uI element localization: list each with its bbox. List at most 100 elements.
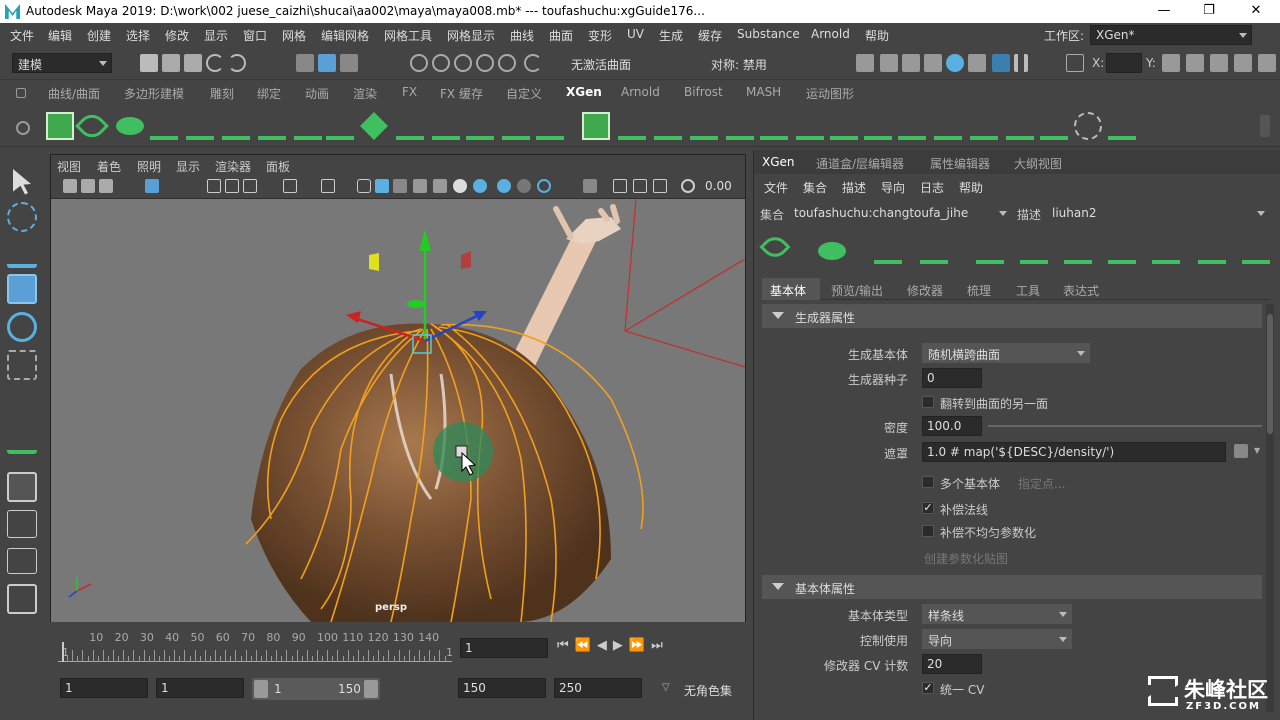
redo-icon[interactable] (228, 54, 246, 72)
vp-menu-panels[interactable]: 面板 (266, 158, 290, 175)
xgen-tool-icon[interactable] (7, 424, 37, 454)
tab-rigging[interactable]: 绑定 (257, 85, 281, 102)
new-scene-icon[interactable] (140, 54, 158, 72)
image-plane-icon[interactable] (99, 179, 113, 193)
xgen-move-guide-icon[interactable] (186, 112, 214, 140)
menu-substance[interactable]: Substance (737, 27, 800, 41)
mask-map-icon[interactable] (1234, 444, 1248, 458)
xgen-lock-guide-icon[interactable] (294, 112, 322, 140)
menu-mesh-display[interactable]: 网格显示 (447, 27, 495, 44)
shelf-scroll-icon[interactable] (1260, 115, 1270, 137)
xgen-explode-icon[interactable] (1074, 112, 1102, 140)
multi-primitive-checkbox[interactable] (922, 476, 934, 488)
sub-tab-primitives[interactable]: 基本体 (770, 282, 806, 299)
menu-set-dropdown[interactable]: 建模 (12, 53, 112, 73)
range-slider-left-handle[interactable] (254, 680, 268, 698)
xgen-menu-collection[interactable]: 集合 (803, 179, 827, 196)
xgen-guide-length-icon[interactable] (396, 112, 424, 140)
live-surface-field[interactable]: 无激活曲面 (566, 53, 662, 73)
xray-icon[interactable] (497, 179, 511, 193)
range-slider-right-handle[interactable] (364, 680, 378, 698)
four-view-icon[interactable] (7, 510, 37, 538)
xgen-paint-mask-icon[interactable] (360, 112, 388, 140)
safe-title-icon[interactable] (321, 179, 335, 193)
x-field[interactable] (1106, 53, 1142, 73)
open-scene-icon[interactable] (162, 54, 180, 72)
unify-cv-checkbox[interactable]: ✓ (922, 682, 934, 694)
menu-file[interactable]: 文件 (10, 27, 34, 44)
two-view-icon[interactable] (7, 548, 37, 574)
cv-count-field[interactable]: 20 (922, 654, 982, 674)
menu-curves[interactable]: 曲线 (510, 27, 534, 44)
flip-checkbox[interactable] (922, 396, 934, 408)
tab-fx-cache[interactable]: FX 缓存 (440, 85, 483, 102)
menu-create[interactable]: 创建 (87, 27, 111, 44)
menu-modify[interactable]: 修改 (165, 27, 189, 44)
compensate-normals-checkbox[interactable]: ✓ (922, 502, 934, 514)
density-field[interactable]: 100.0 (922, 416, 982, 436)
tab-attribute-editor[interactable]: 属性编辑器 (930, 155, 990, 172)
default-material-icon[interactable] (393, 179, 407, 193)
panel-scrollbar-thumb[interactable] (1267, 314, 1273, 434)
menu-mesh-tools[interactable]: 网格工具 (384, 27, 432, 44)
menu-deform[interactable]: 变形 (588, 27, 612, 44)
xgen-smooth-icon[interactable] (864, 112, 892, 140)
panel-comb-icon[interactable] (1198, 236, 1226, 264)
menu-generate[interactable]: 生成 (659, 27, 683, 44)
vp-menu-view[interactable]: 视图 (57, 158, 81, 175)
shelf-menu-icon[interactable] (16, 88, 26, 98)
select-tool-icon[interactable] (13, 169, 31, 195)
seed-field[interactable]: 0 (922, 368, 982, 388)
attribute-editor-icon[interactable] (1210, 54, 1228, 72)
ui-elements-icon[interactable] (653, 179, 667, 193)
tab-mash[interactable]: MASH (746, 85, 781, 99)
generator-attributes-header[interactable]: 生成器属性 (762, 304, 1262, 328)
isolate-select-icon[interactable] (583, 179, 597, 193)
3d-scene[interactable]: persp (51, 199, 745, 622)
camera-attr-icon[interactable] (63, 179, 77, 193)
pause-render-icon[interactable] (1014, 54, 1028, 72)
panel-scrollbar[interactable] (1266, 304, 1274, 712)
tab-motion-graphics[interactable]: 运动图形 (806, 85, 854, 102)
compensate-param-checkbox[interactable] (922, 525, 934, 537)
hypershade-icon[interactable] (924, 54, 942, 72)
collection-dropdown[interactable]: toufashuchu:changtoufa_jihe (788, 203, 1012, 223)
symmetry-field[interactable]: 对称: 禁用 (706, 53, 802, 73)
panel-guide-tool-icon[interactable] (976, 236, 1004, 264)
sub-tab-modifiers[interactable]: 修改器 (907, 282, 943, 299)
menu-help[interactable]: 帮助 (865, 27, 889, 44)
wireframe-on-shaded-icon[interactable] (413, 179, 427, 193)
tab-rendering[interactable]: 渲染 (353, 85, 377, 102)
xgen-part-icon[interactable] (970, 112, 998, 140)
grid-icon[interactable] (145, 179, 159, 193)
outliner-layout-icon[interactable] (7, 584, 37, 614)
go-to-start-icon[interactable]: ⏮ (557, 638, 575, 653)
xgen-sculpt-guide-icon[interactable] (258, 112, 286, 140)
gate-mask-icon[interactable] (243, 179, 257, 193)
xgen-menu-help[interactable]: 帮助 (959, 179, 983, 196)
xgen-menu-guides[interactable]: 导向 (881, 179, 905, 196)
menu-uv[interactable]: UV (627, 27, 644, 41)
workspace-dropdown[interactable]: XGen* (1090, 25, 1252, 45)
range-slider-track[interactable]: 1 150 (252, 678, 380, 700)
xray-active-icon[interactable] (633, 179, 647, 193)
panel-guide-cv-icon[interactable] (1242, 236, 1270, 264)
menu-cache[interactable]: 缓存 (698, 27, 722, 44)
step-back-key-icon[interactable]: ⏪ (575, 638, 597, 653)
primitive-type-dropdown[interactable]: 样条线 (922, 604, 1072, 624)
film-gate-icon[interactable] (207, 179, 221, 193)
xgen-grow-icon[interactable] (654, 112, 682, 140)
xgen-add-guide-icon[interactable] (150, 112, 178, 140)
xgen-place-icon[interactable] (618, 112, 646, 140)
xgen-grab-icon[interactable] (830, 112, 858, 140)
panel-guide-length-icon[interactable] (1152, 236, 1180, 264)
scene-end-field[interactable]: 250 (554, 678, 642, 698)
tab-outliner[interactable]: 大纲视图 (1014, 155, 1062, 172)
tab-xgen[interactable]: XGen (566, 85, 602, 99)
tab-fx[interactable]: FX (402, 85, 417, 99)
menu-select[interactable]: 选择 (126, 27, 150, 44)
xgen-interactive-icon[interactable] (1108, 112, 1136, 140)
xgen-delete-guide-icon[interactable] (502, 112, 530, 140)
xgen-igs-editor-icon[interactable] (582, 112, 610, 140)
tab-curves-surfaces[interactable]: 曲线/曲面 (48, 85, 100, 102)
